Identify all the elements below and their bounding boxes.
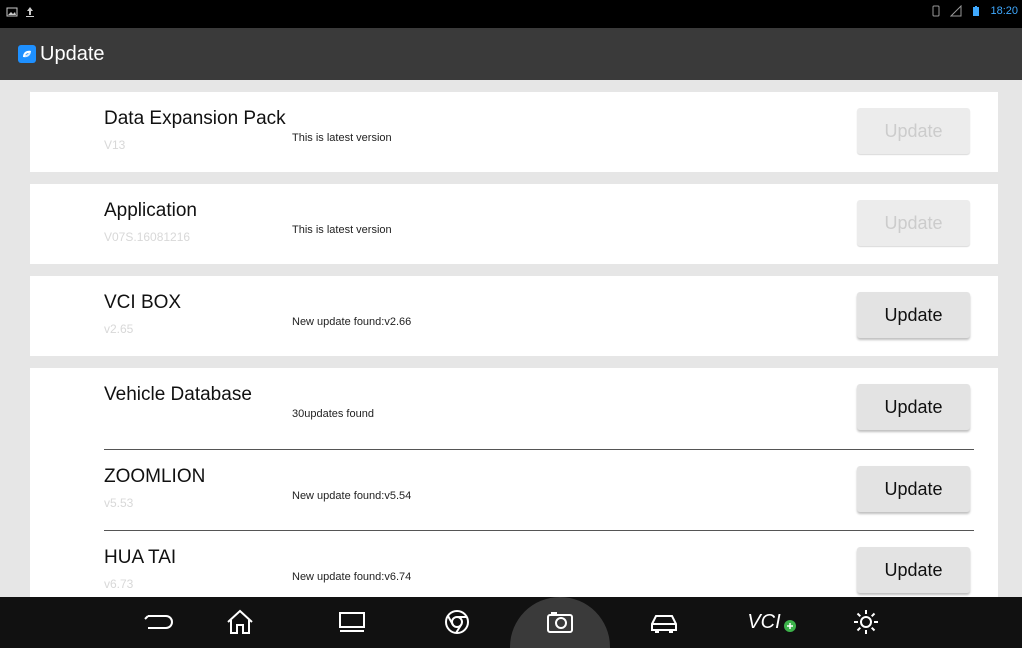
item-version: v2.65 bbox=[104, 322, 134, 336]
app-bar: Update bbox=[0, 28, 1022, 80]
update-item-zoomlion: ZOOMLION v5.53 New update found:v5.54 Up… bbox=[30, 450, 998, 530]
update-item-vci-box: VCI BOX v2.65 New update found:v2.66 Upd… bbox=[30, 276, 998, 356]
item-name: Vehicle Database bbox=[104, 384, 252, 405]
item-status: New update found:v2.66 bbox=[292, 316, 412, 328]
status-bar: 18:20 bbox=[0, 0, 1022, 28]
item-status: This is latest version bbox=[292, 224, 392, 236]
clock: 18:20 bbox=[990, 5, 1018, 17]
upload-icon bbox=[24, 5, 36, 17]
update-card: Data Expansion Pack V13 This is latest v… bbox=[30, 92, 998, 172]
vci-label: VCI bbox=[747, 610, 781, 633]
update-button[interactable]: Update bbox=[857, 384, 970, 430]
update-item-vehicle-database: Vehicle Database 30updates found Update bbox=[30, 368, 998, 448]
update-card: VCI BOX v2.65 New update found:v2.66 Upd… bbox=[30, 276, 998, 356]
recent-apps-icon[interactable] bbox=[332, 603, 372, 641]
item-version: v5.53 bbox=[104, 496, 134, 510]
item-status: New update found:v6.74 bbox=[292, 571, 412, 583]
sim-icon bbox=[930, 5, 942, 17]
vci-icon[interactable]: VCI bbox=[742, 603, 802, 641]
battery-icon bbox=[970, 5, 982, 17]
item-version: v6.73 bbox=[104, 577, 134, 591]
vci-status-dot-icon bbox=[783, 620, 796, 632]
item-status: New update found:v5.54 bbox=[292, 490, 412, 502]
navigation-bar: VCI bbox=[0, 597, 1022, 648]
no-signal-icon bbox=[950, 4, 962, 17]
item-version: V13 bbox=[104, 138, 126, 152]
page-title: Update bbox=[40, 43, 105, 65]
camera-icon[interactable] bbox=[540, 603, 580, 641]
update-button[interactable]: Update bbox=[857, 547, 970, 593]
item-status: This is latest version bbox=[292, 132, 392, 144]
item-name: Data Expansion Pack bbox=[104, 108, 286, 129]
item-status: 30updates found bbox=[292, 408, 374, 420]
update-item-application: Application V07S.16081216 This is latest… bbox=[30, 184, 998, 264]
item-name: HUA TAI bbox=[104, 547, 177, 568]
update-item-hua-tai: HUA TAI v6.73 New update found:v6.74 Upd… bbox=[30, 531, 998, 597]
home-icon[interactable] bbox=[220, 603, 260, 641]
update-list[interactable]: Data Expansion Pack V13 This is latest v… bbox=[0, 80, 1022, 597]
item-version: V07S.16081216 bbox=[104, 230, 191, 244]
item-name: VCI BOX bbox=[104, 292, 182, 313]
update-card: Application V07S.16081216 This is latest… bbox=[30, 184, 998, 264]
item-name: Application bbox=[104, 200, 197, 221]
update-card: Vehicle Database 30updates found Update … bbox=[30, 368, 998, 597]
car-icon[interactable] bbox=[644, 603, 684, 641]
update-button[interactable]: Update bbox=[857, 200, 970, 246]
settings-icon[interactable] bbox=[846, 603, 886, 641]
update-button[interactable]: Update bbox=[857, 292, 970, 338]
picture-icon bbox=[6, 5, 18, 17]
app-logo-icon[interactable] bbox=[18, 45, 36, 63]
update-button[interactable]: Update bbox=[857, 108, 970, 154]
update-button[interactable]: Update bbox=[857, 466, 970, 512]
browser-icon[interactable] bbox=[437, 603, 477, 641]
back-icon[interactable] bbox=[138, 603, 178, 641]
item-name: ZOOMLION bbox=[104, 466, 206, 487]
update-item-data-expansion-pack: Data Expansion Pack V13 This is latest v… bbox=[30, 92, 998, 172]
